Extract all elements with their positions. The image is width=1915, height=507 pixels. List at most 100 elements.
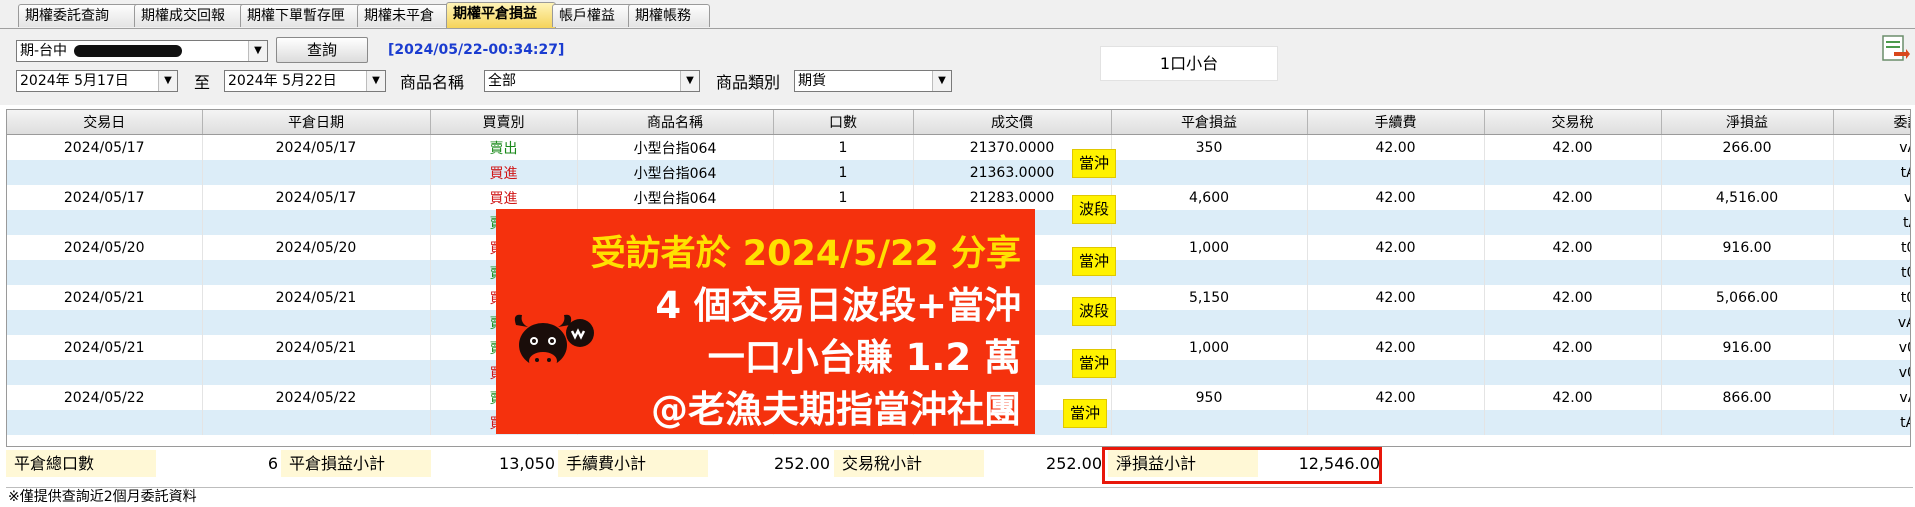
product-name-label: 商品名稱	[400, 73, 465, 92]
banner-line-4: @老漁夫期指當沖社團	[651, 388, 1021, 431]
product-name-value: 全部	[488, 73, 516, 89]
query-timestamp: [2024/05/22-00:34:27]	[388, 42, 565, 58]
cell-close-date: 2024/05/20	[202, 235, 431, 260]
cell-net: 866.00	[1661, 385, 1834, 410]
cell-tax: 42.00	[1484, 185, 1662, 210]
cell-trade-date: 2024/05/21	[7, 335, 203, 360]
cell-close-date	[202, 410, 431, 435]
cell-order-no: v00HE	[1833, 335, 1910, 360]
product-type-select[interactable]: 期貨 ▼	[794, 70, 952, 92]
column-header[interactable]: 平倉損益	[1111, 110, 1308, 135]
cell-net: 5,066.00	[1661, 285, 1834, 310]
date-to-value: 2024年 5月22日	[228, 73, 337, 89]
product-name-select[interactable]: 全部 ▼	[484, 70, 700, 92]
column-header[interactable]: 平倉日期	[202, 110, 431, 135]
tab-account-equity[interactable]: 帳戶權益	[552, 4, 634, 27]
cell-trade-date	[7, 410, 203, 435]
column-header[interactable]: 手續費	[1307, 110, 1485, 135]
cell-order-no: vA0II	[1833, 185, 1910, 210]
strategy-tag: 當沖	[1063, 399, 1107, 428]
cell-net: 266.00	[1661, 134, 1834, 160]
tab-closed-pnl[interactable]: 期權平倉損益	[446, 2, 556, 28]
cell-fee: 42.00	[1307, 134, 1485, 160]
cell-order-no: tA04h	[1833, 160, 1910, 185]
cell-order-no: v00H9	[1833, 360, 1910, 385]
cell-close-date: 2024/05/17	[202, 134, 431, 160]
cell-net	[1661, 160, 1834, 185]
tab-order-draft[interactable]: 期權下單暫存匣	[240, 4, 362, 27]
cell-net	[1661, 410, 1834, 435]
column-header[interactable]: 委託書號	[1833, 110, 1910, 135]
query-button[interactable]: 查詢	[276, 37, 368, 63]
cell-order-no: tA0Ih	[1833, 210, 1910, 235]
tab-account-ledger[interactable]: 期權帳務	[628, 4, 710, 27]
cell-pnl	[1111, 160, 1308, 185]
banner-line-3: 一口小台賺 1.2 萬	[707, 336, 1021, 379]
total-qty-value: 6	[267, 454, 278, 473]
column-header[interactable]: 成交價	[913, 110, 1112, 135]
cell-pnl: 1,000	[1111, 235, 1308, 260]
cell-pnl: 950	[1111, 385, 1308, 410]
cell-tax	[1484, 360, 1662, 385]
cell-tax: 42.00	[1484, 335, 1662, 360]
cell-fee	[1307, 310, 1485, 335]
tab-fill-report[interactable]: 期權成交回報	[134, 4, 256, 27]
product-type-label: 商品類別	[716, 73, 781, 92]
cell-tax	[1484, 310, 1662, 335]
column-header[interactable]: 買賣別	[430, 110, 578, 135]
account-value: 期-台中	[20, 43, 68, 59]
cell-qty: 1	[773, 160, 914, 185]
table-row[interactable]: 2024/05/17 2024/05/17 買進 小型台指064 1 21283.0000…	[7, 185, 1910, 210]
table-row[interactable]: 2024/05/17 2024/05/17 賣出 小型台指064 1 21370.0000…	[7, 134, 1910, 160]
tab-open-positions[interactable]: 期權未平倉	[357, 4, 451, 27]
date-to-picker[interactable]: 2024年 5月22日 ▼	[224, 70, 386, 92]
cell-fee	[1307, 260, 1485, 285]
banner-line-1: 受訪者於 2024/5/22 分享	[590, 234, 1021, 274]
table-row[interactable]: 買進小型台指064121363.0000tA04h	[7, 160, 1910, 185]
date-from-value: 2024年 5月17日	[20, 73, 129, 89]
fee-subtotal-value: 252.00	[774, 454, 830, 473]
chevron-down-icon[interactable]: ▼	[932, 71, 951, 91]
cell-qty: 1	[773, 134, 914, 160]
column-header[interactable]: 交易日	[7, 110, 203, 135]
cell-fee	[1307, 160, 1485, 185]
cell-order-no: vA0BL	[1833, 385, 1910, 410]
cell-net: 916.00	[1661, 235, 1834, 260]
account-select[interactable]: 期-台中 ▼	[16, 40, 268, 62]
strategy-tag: 波段	[1072, 195, 1116, 224]
pnl-subtotal-label: 平倉損益小計	[281, 450, 431, 477]
cell-trade-date: 2024/05/21	[7, 285, 203, 310]
cell-trade-date: 2024/05/22	[7, 385, 203, 410]
chevron-down-icon[interactable]: ▼	[366, 71, 385, 91]
cell-side: 買進	[430, 160, 578, 185]
banner-line-2: 4 個交易日波段+當沖	[655, 284, 1021, 327]
note-box: 1口小台	[1100, 46, 1278, 81]
cell-tax	[1484, 210, 1662, 235]
chevron-down-icon[interactable]: ▼	[158, 71, 177, 91]
export-icon[interactable]	[1880, 33, 1910, 63]
cell-close-date: 2024/05/21	[202, 335, 431, 360]
footer-note: ※僅提供查詢近2個月委託資料	[6, 487, 1913, 507]
date-from-picker[interactable]: 2024年 5月17日 ▼	[16, 70, 178, 92]
cell-net: 4,516.00	[1661, 185, 1834, 210]
cell-order-no: t002h	[1833, 260, 1910, 285]
redacted-account-mask	[73, 45, 182, 57]
strategy-tag: 波段	[1072, 297, 1116, 326]
tab-order-query[interactable]: 期權委託查詢	[18, 4, 140, 27]
cell-fee: 42.00	[1307, 385, 1485, 410]
column-header[interactable]: 淨損益	[1661, 110, 1834, 135]
cell-net	[1661, 210, 1834, 235]
column-header[interactable]: 商品名稱	[577, 110, 774, 135]
cell-product: 小型台指064	[577, 160, 774, 185]
cell-net: 916.00	[1661, 335, 1834, 360]
cell-order-no: t006K	[1833, 285, 1910, 310]
cell-tax	[1484, 410, 1662, 435]
column-header[interactable]: 口數	[773, 110, 914, 135]
to-label: 至	[194, 73, 211, 92]
cell-tax: 42.00	[1484, 134, 1662, 160]
total-qty-label: 平倉總口數	[6, 450, 156, 477]
chevron-down-icon[interactable]: ▼	[248, 41, 267, 61]
column-header[interactable]: 交易稅	[1484, 110, 1662, 135]
cell-tax	[1484, 260, 1662, 285]
chevron-down-icon[interactable]: ▼	[680, 71, 699, 91]
